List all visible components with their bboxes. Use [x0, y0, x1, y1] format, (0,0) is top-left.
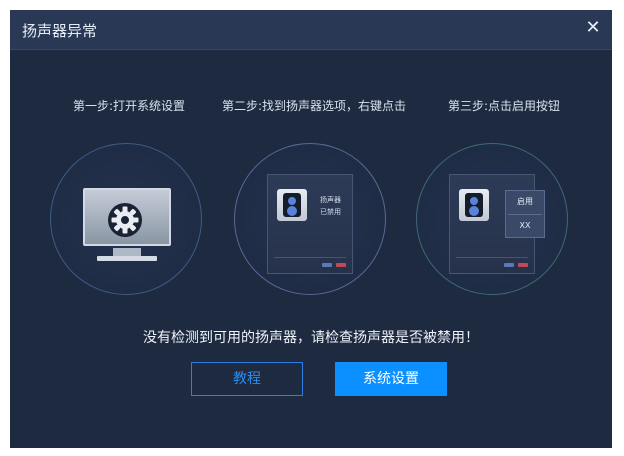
context-menu-other: XX [519, 221, 531, 230]
step-1-label: 第一步:打开系统设置 [73, 99, 186, 113]
context-menu: 启用 XX [505, 190, 545, 238]
step-3-illustration: 启用 XX [416, 143, 568, 295]
dialog-titlebar: 扬声器异常 ✕ [10, 10, 612, 50]
panel-ok-mini [322, 263, 332, 267]
monitor-stand [113, 248, 141, 256]
tutorial-button[interactable]: 教程 [191, 362, 303, 396]
error-message: 没有检测到可用的扬声器，请检查扬声器是否被禁用！ [143, 330, 479, 346]
step-2-label: 第二步:找到扬声器选项，右键点击 [222, 99, 407, 113]
speaker-icon [277, 189, 307, 221]
dialog-title: 扬声器异常 [22, 22, 98, 40]
sound-device-panel: 扬声器 已禁用 [267, 174, 353, 274]
speaker-status-text: 已禁用 [320, 208, 341, 216]
close-icon[interactable]: ✕ [582, 17, 604, 39]
panel-cancel-mini [336, 263, 346, 267]
context-menu-enable: 启用 [517, 197, 533, 206]
system-settings-button[interactable]: 系统设置 [335, 362, 447, 396]
settings-gear-icon [108, 203, 142, 237]
step-3-label: 第三步:点击启用按钮 [448, 99, 561, 113]
speaker-name-text: 扬声器 [320, 196, 341, 204]
speaker-error-dialog: 扬声器异常 ✕ 第一步:打开系统设置 第二步:找到扬声器选项，右键点击 第三步:… [10, 10, 612, 448]
step-2-illustration: 扬声器 已禁用 [234, 143, 386, 295]
step-1-illustration [50, 143, 202, 295]
speaker-icon [459, 189, 489, 221]
monitor-base [97, 256, 157, 261]
